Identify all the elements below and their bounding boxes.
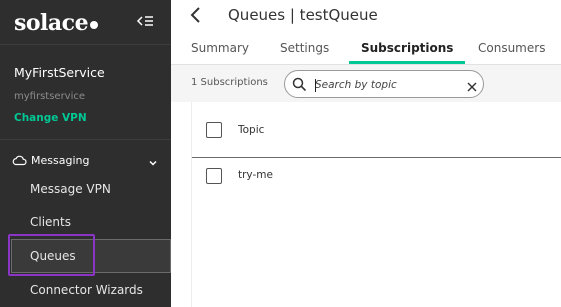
- nav-section-label: Messaging: [31, 153, 90, 167]
- tab-summary[interactable]: Summary: [191, 41, 249, 55]
- table-row[interactable]: try-me: [192, 159, 561, 193]
- nav-section-messaging[interactable]: Messaging: [12, 152, 162, 168]
- chevron-down-icon[interactable]: [148, 153, 158, 172]
- main-panel: Queues | testQueue Summary Settings Subs…: [171, 0, 561, 307]
- sidebar-item-clients[interactable]: Clients: [30, 215, 71, 229]
- search-box[interactable]: [284, 70, 484, 98]
- tab-consumers[interactable]: Consumers: [478, 41, 545, 55]
- column-header-topic[interactable]: Topic: [238, 124, 264, 136]
- close-icon[interactable]: [466, 78, 478, 97]
- topic-cell: try-me: [238, 169, 273, 181]
- sidebar-divider: [0, 44, 171, 45]
- search-input[interactable]: [315, 76, 455, 93]
- sidebar-divider: [0, 139, 171, 140]
- sidebar-item-message-vpn[interactable]: Message VPN: [30, 182, 111, 196]
- solace-logo: solace: [14, 10, 99, 36]
- chevron-left-icon[interactable]: [188, 6, 204, 24]
- tab-subscriptions[interactable]: Subscriptions: [361, 41, 453, 55]
- select-all-checkbox[interactable]: [206, 122, 222, 138]
- service-id: myfirstservice: [14, 91, 86, 102]
- queues-highlight-box: [8, 234, 95, 276]
- cloud-icon: [12, 151, 27, 170]
- table-header: Topic: [192, 102, 561, 158]
- page-title: Queues | testQueue: [228, 6, 378, 24]
- logo-row: solace: [0, 0, 171, 45]
- tab-settings[interactable]: Settings: [280, 41, 329, 55]
- sidebar: solace MyFirstService myfirstservice Cha…: [0, 0, 171, 307]
- row-checkbox[interactable]: [206, 168, 222, 184]
- logo-dot: [90, 21, 99, 29]
- change-vpn-link[interactable]: Change VPN: [14, 112, 87, 124]
- collapse-sidebar-icon[interactable]: [136, 12, 154, 30]
- service-name: MyFirstService: [14, 65, 105, 80]
- subscriptions-table: Topic try-me: [191, 102, 561, 307]
- sidebar-item-connector-wizards[interactable]: Connector Wizards: [30, 283, 143, 297]
- subscription-count: 1 Subscriptions: [191, 77, 268, 88]
- text-caret: [315, 79, 316, 92]
- toolbar: 1 Subscriptions: [171, 65, 561, 102]
- search-icon: [292, 77, 307, 96]
